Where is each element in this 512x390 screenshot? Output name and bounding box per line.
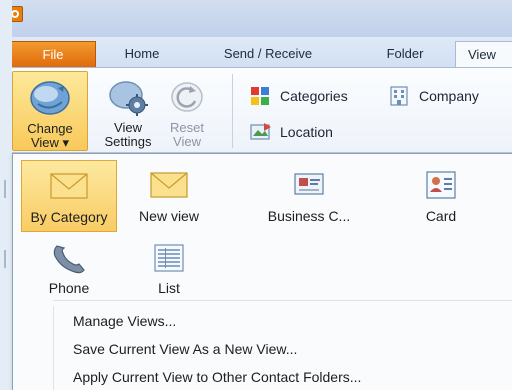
change-view-label-line1: Change	[27, 121, 73, 136]
tab-send-receive[interactable]: Send / Receive	[212, 41, 324, 67]
location-icon	[250, 123, 271, 140]
envelope-icon	[50, 173, 88, 199]
view-option-label: Phone	[48, 280, 90, 296]
envelope-icon	[150, 172, 188, 198]
location-label: Location	[280, 124, 333, 140]
view-option-phone[interactable]: Phone	[21, 232, 117, 304]
view-settings-button[interactable]: View Settings	[96, 71, 160, 151]
view-option-new-view[interactable]: New view	[121, 160, 217, 232]
contact-card-icon	[426, 171, 456, 199]
categories-label: Categories	[280, 88, 348, 104]
view-option-label: By Category	[30, 209, 108, 225]
categories-icon	[251, 87, 269, 105]
ribbon: Change View ▾ View Settings Reset View C…	[0, 67, 512, 153]
view-settings-icon	[109, 81, 148, 116]
reset-view-button[interactable]: Reset View	[166, 71, 208, 151]
change-view-dropdown: By Category New view Business C... Card	[12, 153, 512, 390]
tab-view[interactable]: View	[455, 41, 512, 67]
company-button[interactable]: Company	[389, 84, 509, 108]
business-card-icon	[294, 173, 324, 195]
view-option-label: Business C...	[267, 208, 351, 224]
view-option-list[interactable]: List	[121, 232, 217, 304]
apply-current-view-menu-item[interactable]: Apply Current View to Other Contact Fold…	[53, 366, 512, 388]
location-button[interactable]: Location	[250, 120, 370, 144]
tab-home[interactable]: Home	[112, 41, 172, 67]
navigation-pane-edge	[0, 0, 12, 390]
tab-folder[interactable]: Folder	[374, 41, 436, 67]
list-icon	[154, 244, 184, 272]
title-bar	[0, 0, 512, 37]
view-option-label: Card	[425, 208, 457, 224]
ribbon-group-separator	[232, 74, 233, 148]
categories-button[interactable]: Categories	[250, 84, 380, 108]
tab-file[interactable]: File	[10, 41, 96, 67]
change-view-icon	[30, 81, 70, 115]
view-settings-label-line2: Settings	[104, 134, 152, 149]
view-option-label: New view	[139, 208, 199, 224]
manage-views-menu-item[interactable]: Manage Views...	[53, 310, 512, 332]
view-option-business-card[interactable]: Business C...	[249, 160, 369, 232]
gallery-separator	[53, 300, 512, 301]
reset-view-label-line1: Reset	[170, 120, 204, 135]
change-view-button[interactable]: Change View ▾	[12, 71, 88, 151]
save-current-view-menu-item[interactable]: Save Current View As a New View...	[53, 338, 512, 360]
company-label: Company	[419, 88, 479, 104]
view-option-label: List	[158, 280, 180, 296]
view-option-card[interactable]: Card	[393, 160, 489, 232]
phone-icon	[53, 245, 85, 274]
view-settings-label-line1: View	[114, 120, 142, 135]
reset-view-icon	[171, 82, 203, 112]
company-icon	[390, 86, 408, 106]
change-view-label-line2: View ▾	[30, 135, 70, 150]
ribbon-tab-row: File Home Send / Receive Folder View	[0, 37, 512, 67]
view-option-by-category[interactable]: By Category	[21, 160, 117, 232]
reset-view-label-line2: View	[173, 134, 201, 149]
